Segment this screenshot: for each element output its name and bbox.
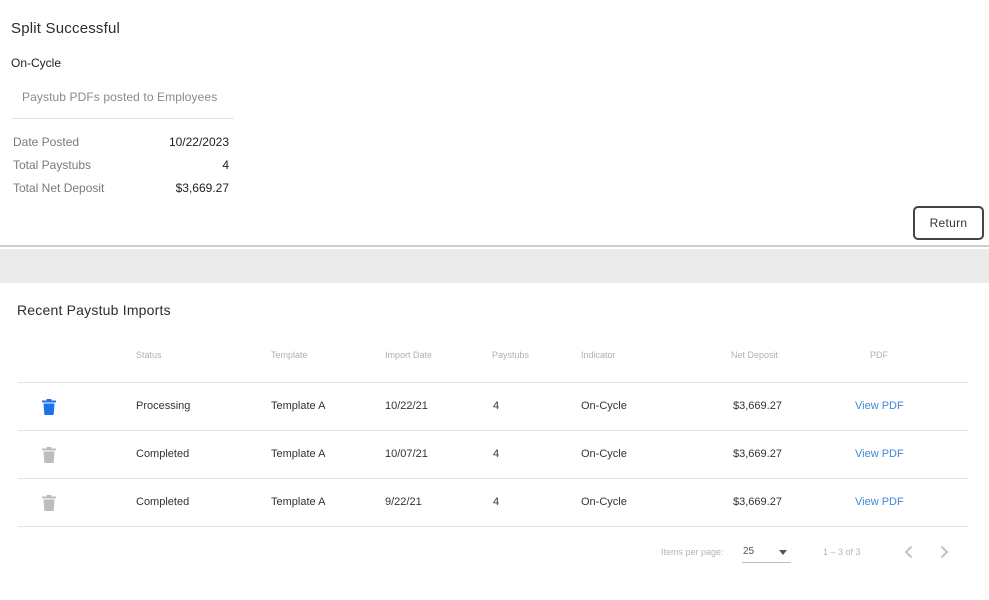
summary-value: 10/22/2023	[168, 135, 229, 149]
import-date-cell: 10/07/21	[385, 448, 428, 460]
summary-row-date-posted: Date Posted 10/22/2023	[13, 135, 229, 151]
column-header-indicator[interactable]: Indicator	[581, 350, 616, 360]
table-row: Processing Template A 10/22/21 4 On-Cycl…	[18, 383, 968, 431]
imports-title: Recent Paystub Imports	[17, 302, 171, 318]
summary-row-total-net-deposit: Total Net Deposit $3,669.27	[13, 181, 229, 197]
view-pdf-link[interactable]: View PDF	[855, 496, 904, 508]
trash-icon[interactable]	[42, 399, 56, 415]
table-header: Status Template Import Date Paystubs Ind…	[18, 335, 968, 383]
indicator-cell: On-Cycle	[581, 496, 627, 508]
column-header-template[interactable]: Template	[271, 350, 308, 360]
section-gap	[0, 249, 989, 283]
caret-down-icon	[779, 550, 787, 555]
items-per-page-value: 25	[743, 546, 755, 557]
column-header-import-date[interactable]: Import Date	[385, 350, 432, 360]
view-pdf-link[interactable]: View PDF	[855, 448, 904, 460]
net-deposit-cell: $3,669.27	[733, 448, 782, 460]
summary-value: 4	[222, 158, 229, 172]
summary-label: Total Paystubs	[13, 158, 92, 172]
return-button[interactable]: Return	[913, 206, 984, 240]
column-header-paystubs[interactable]: Paystubs	[492, 350, 529, 360]
divider	[12, 118, 234, 119]
indicator-cell: On-Cycle	[581, 448, 627, 460]
import-date-cell: 9/22/21	[385, 496, 422, 508]
recent-imports-card: Recent Paystub Imports Status Template I…	[0, 283, 989, 600]
column-header-net-deposit[interactable]: Net Deposit	[731, 350, 778, 360]
import-date-cell: 10/22/21	[385, 400, 428, 412]
status-cell: Completed	[136, 448, 190, 460]
items-per-page-select[interactable]: 25	[742, 541, 791, 563]
template-cell: Template A	[271, 400, 326, 412]
column-header-status[interactable]: Status	[136, 350, 162, 360]
trash-icon[interactable]	[42, 447, 56, 463]
column-header-pdf[interactable]: PDF	[870, 350, 888, 360]
page-range-label: 1 – 3 of 3	[823, 547, 861, 557]
status-cell: Processing	[136, 400, 191, 412]
split-summary-card: Split Successful On-Cycle Paystub PDFs p…	[0, 0, 989, 247]
summary-label: Total Net Deposit	[13, 181, 105, 195]
indicator-cell: On-Cycle	[581, 400, 627, 412]
summary-note: Paystub PDFs posted to Employees	[22, 90, 218, 104]
imports-table: Status Template Import Date Paystubs Ind…	[18, 335, 968, 527]
template-cell: Template A	[271, 496, 326, 508]
chevron-right-icon[interactable]	[935, 543, 953, 561]
items-per-page-label: Items per page:	[661, 547, 724, 557]
summary-value: $3,669.27	[175, 181, 229, 195]
paginator: Items per page: 25 1 – 3 of 3	[0, 541, 989, 571]
summary-indicator: On-Cycle	[11, 56, 62, 70]
status-cell: Completed	[136, 496, 190, 508]
summary-row-total-paystubs: Total Paystubs 4	[13, 158, 229, 174]
trash-icon[interactable]	[42, 495, 56, 511]
paystubs-cell: 4	[493, 448, 500, 460]
summary-label: Date Posted	[13, 135, 80, 149]
template-cell: Template A	[271, 448, 326, 460]
view-pdf-link[interactable]: View PDF	[855, 400, 904, 412]
table-row: Completed Template A 10/07/21 4 On-Cycle…	[18, 431, 968, 479]
paystubs-cell: 4	[493, 400, 500, 412]
paystubs-cell: 4	[493, 496, 500, 508]
net-deposit-cell: $3,669.27	[733, 496, 782, 508]
summary-title: Split Successful	[11, 20, 121, 37]
chevron-left-icon[interactable]	[900, 543, 918, 561]
net-deposit-cell: $3,669.27	[733, 400, 782, 412]
table-row: Completed Template A 9/22/21 4 On-Cycle …	[18, 479, 968, 527]
